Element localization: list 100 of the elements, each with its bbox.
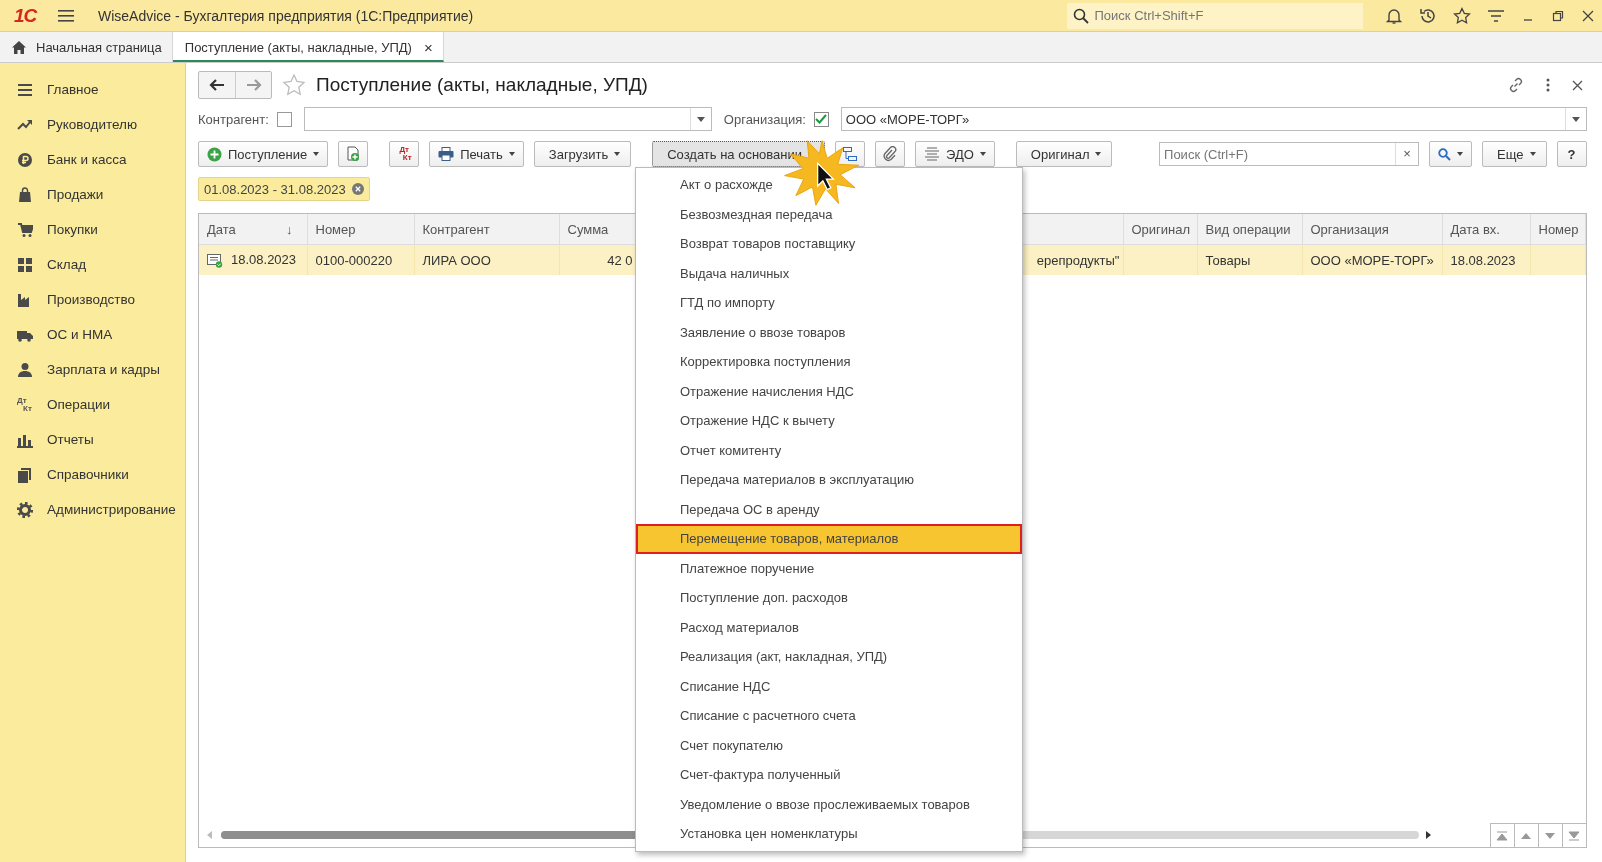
menu-item[interactable]: Уведомление о ввозе прослеживаемых товаров bbox=[636, 789, 1022, 819]
cart-icon bbox=[17, 221, 33, 238]
dropdown-button[interactable]: ЭДО bbox=[915, 141, 995, 167]
sidebar-item[interactable]: Дт Кт Операции bbox=[0, 387, 185, 422]
star-icon[interactable] bbox=[1452, 6, 1471, 25]
sidebar-item[interactable]: Главное bbox=[0, 72, 185, 107]
menu-item[interactable]: Платежное поручение bbox=[636, 553, 1022, 583]
more-icon[interactable] bbox=[1545, 78, 1550, 92]
bell-icon[interactable] bbox=[1384, 6, 1403, 25]
sidebar-item[interactable]: Продажи bbox=[0, 177, 185, 212]
search-input[interactable]: Поиск Ctrl+Shift+F bbox=[1092, 7, 1347, 24]
menu-item[interactable]: Перемещение товаров, материалов bbox=[636, 524, 1022, 554]
period-filter-chip[interactable]: 01.08.2023 - 31.08.2023 bbox=[198, 177, 370, 201]
column-header[interactable]: Организация bbox=[1302, 214, 1442, 245]
settings-icon bbox=[17, 501, 33, 518]
books-icon bbox=[17, 466, 33, 483]
sidebar-item[interactable]: Зарплата и кадры bbox=[0, 352, 185, 387]
checkbox[interactable] bbox=[276, 111, 292, 127]
checkbox[interactable] bbox=[813, 111, 829, 127]
attach-button[interactable] bbox=[875, 141, 906, 167]
column-header[interactable]: Контрагент bbox=[414, 214, 559, 245]
menu-item[interactable]: Счет покупателю bbox=[636, 730, 1022, 760]
sidebar-item[interactable]: Отчеты bbox=[0, 422, 185, 457]
menu-item[interactable]: Расход материалов bbox=[636, 612, 1022, 642]
sidebar-item[interactable]: ОС и НМА bbox=[0, 317, 185, 352]
clear-icon[interactable] bbox=[351, 183, 364, 195]
column-header[interactable]: Дата ↓ bbox=[199, 214, 307, 245]
sidebar-item[interactable]: Склад bbox=[0, 247, 185, 282]
table-cell: ООО «МОРЕ-ТОРГ» bbox=[1310, 252, 1434, 268]
menu-item[interactable]: Заявление о ввозе товаров bbox=[636, 317, 1022, 347]
search-field[interactable]: Поиск Ctrl+Shift+F bbox=[1066, 2, 1363, 29]
last-arrow-icon bbox=[1568, 830, 1580, 841]
menu-item[interactable]: Корректировка поступления bbox=[636, 347, 1022, 377]
tab[interactable]: Поступление (акты, накладные, УПД) × bbox=[172, 32, 444, 62]
scroll-right-icon[interactable] bbox=[1425, 831, 1431, 839]
document-exchange-icon bbox=[924, 147, 941, 161]
menu-item[interactable]: Передача материалов в эксплуатацию bbox=[636, 465, 1022, 495]
counterparty-field[interactable] bbox=[303, 107, 712, 131]
home-icon bbox=[12, 40, 26, 54]
previous-row-button[interactable] bbox=[1513, 823, 1538, 847]
debit-credit-button[interactable]: Дт Кт bbox=[389, 141, 420, 167]
hierarchy-icon bbox=[842, 146, 859, 162]
restore-icon[interactable] bbox=[1550, 8, 1565, 23]
menu-item[interactable]: Отчет комитенту bbox=[636, 435, 1022, 465]
up-arrow-icon bbox=[1520, 831, 1532, 840]
sidebar-item[interactable]: Руководителю bbox=[0, 107, 185, 142]
link-icon[interactable] bbox=[1507, 77, 1524, 93]
sidebar-item[interactable]: Справочники bbox=[0, 457, 185, 492]
sidebar-item[interactable]: Банк и касса bbox=[0, 142, 185, 177]
find-button[interactable] bbox=[1429, 141, 1473, 167]
caret-icon[interactable] bbox=[696, 116, 705, 122]
print-button[interactable]: Печать bbox=[429, 141, 524, 167]
column-header[interactable]: Номер bbox=[1530, 214, 1585, 245]
help-button[interactable]: ? bbox=[1556, 141, 1587, 167]
search-icon bbox=[1072, 7, 1089, 24]
menu-item[interactable]: Акт о расхожде bbox=[636, 170, 1022, 200]
menu-item[interactable]: Реализация (акт, накладная, УПД) bbox=[636, 642, 1022, 672]
menu-item[interactable]: Поступление доп. расходов bbox=[636, 583, 1022, 613]
create-button[interactable]: Поступление bbox=[198, 141, 329, 167]
menu-item[interactable]: Счет-фактура полученный bbox=[636, 760, 1022, 790]
copy-button[interactable] bbox=[338, 141, 369, 167]
menu-item[interactable]: Отражение НДС к вычету bbox=[636, 406, 1022, 436]
menu-item[interactable]: Выдача наличных bbox=[636, 258, 1022, 288]
debit-credit-icon: Дт Кт bbox=[17, 396, 33, 413]
close-icon[interactable] bbox=[1580, 8, 1595, 23]
menu-item[interactable]: ГТД по импорту bbox=[636, 288, 1022, 318]
table-cell: Товары bbox=[1205, 252, 1251, 268]
column-header[interactable]: Вид операции bbox=[1197, 214, 1302, 245]
organization-field[interactable]: ООО «МОРЕ-ТОРГ» bbox=[840, 107, 1587, 131]
left-arrow-icon bbox=[209, 79, 225, 91]
column-header[interactable]: Оригинал bbox=[1123, 214, 1197, 245]
menu-item[interactable]: Установка цен номенклатуры bbox=[636, 819, 1022, 849]
menu-item[interactable]: Списание с расчетного счета bbox=[636, 701, 1022, 731]
star-icon[interactable] bbox=[282, 73, 306, 97]
sidebar-item[interactable]: Производство bbox=[0, 282, 185, 317]
column-header[interactable]: Номер bbox=[307, 214, 414, 245]
caret-icon[interactable] bbox=[1571, 116, 1580, 122]
tab[interactable]: Начальная страница bbox=[0, 32, 173, 62]
history-icon[interactable] bbox=[1418, 6, 1437, 25]
menu-item[interactable]: Передача ОС в аренду bbox=[636, 494, 1022, 524]
table-cell: 42 0 bbox=[607, 252, 633, 268]
sidebar-item[interactable]: Покупки bbox=[0, 212, 185, 247]
close-tab-button[interactable]: × bbox=[423, 38, 433, 56]
close-icon[interactable] bbox=[1571, 79, 1583, 91]
clear-button[interactable]: × bbox=[1395, 143, 1419, 165]
menu-item[interactable]: Списание НДС bbox=[636, 671, 1022, 701]
dropdown-button[interactable]: Загрузить bbox=[533, 141, 632, 167]
next-row-button[interactable] bbox=[1537, 823, 1562, 847]
table-cell: ерепродукты" bbox=[1036, 252, 1120, 268]
sidebar-item[interactable]: Администрирование bbox=[0, 492, 185, 527]
menu-icon[interactable] bbox=[58, 8, 74, 23]
last-row-button[interactable] bbox=[1561, 823, 1586, 847]
dropdown-button[interactable]: Оригинал bbox=[1015, 141, 1113, 167]
column-header[interactable]: Дата вх. bbox=[1442, 214, 1530, 245]
dropdown-button[interactable]: Еще bbox=[1482, 141, 1547, 167]
first-row-button[interactable] bbox=[1489, 823, 1514, 847]
menu-item[interactable]: Отражение начисления НДС bbox=[636, 376, 1022, 406]
search-field[interactable]: Поиск (Ctrl+F) × bbox=[1159, 142, 1420, 166]
form-title: Поступление (акты, накладные, УПД) bbox=[316, 74, 648, 96]
menu-icon bbox=[17, 81, 33, 98]
